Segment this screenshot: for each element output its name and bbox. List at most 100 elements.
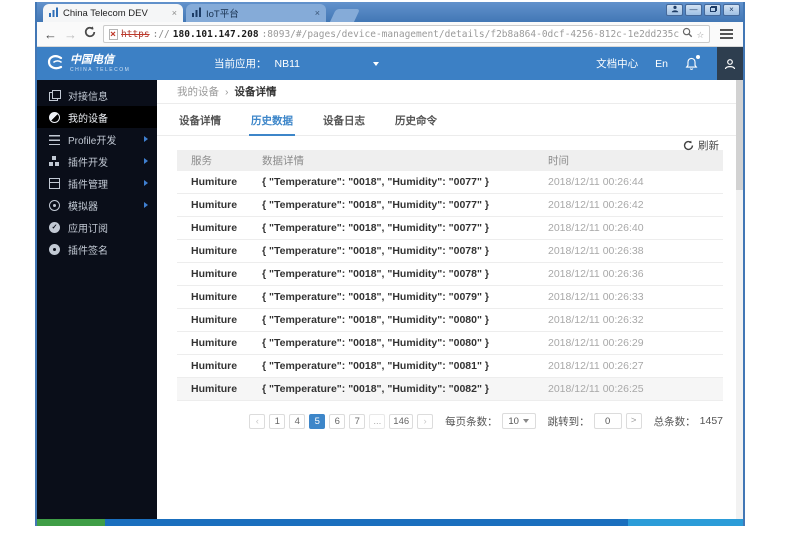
window-controls: — × — [666, 4, 740, 16]
close-button[interactable]: × — [723, 4, 740, 16]
page-button[interactable]: 5 — [309, 413, 326, 429]
user-icon — [724, 58, 736, 69]
breadcrumb-current: 设备详情 — [234, 86, 277, 98]
bottom-strip — [37, 519, 743, 526]
page-button[interactable]: 1 — [269, 413, 286, 429]
language-toggle[interactable]: En — [655, 58, 668, 70]
row-time: 2018/12/11 00:26:33 — [548, 291, 644, 303]
breadcrumb-separator: › — [225, 85, 229, 98]
page-next-button[interactable]: › — [417, 413, 434, 429]
sidebar-item[interactable]: 对接信息 — [37, 84, 157, 106]
jump-go-button[interactable]: > — [625, 413, 642, 429]
logo-text: 中国电信 — [70, 54, 114, 67]
row-time: 2018/12/11 00:26:25 — [548, 383, 644, 395]
sidebar-item[interactable]: 插件管理 — [37, 172, 157, 194]
restore-icon — [709, 7, 716, 12]
sidebar-item[interactable]: 我的设备 — [37, 106, 157, 128]
url-host: 180.101.147.208 — [172, 28, 259, 40]
jump-to-input[interactable] — [593, 413, 622, 429]
search-icon[interactable] — [682, 27, 693, 41]
bookmark-star-icon[interactable]: ☆ — [697, 28, 704, 40]
row-detail: { "Temperature": "0018", "Humidity": "00… — [262, 222, 489, 234]
china-telecom-swirl-icon — [47, 55, 63, 70]
row-detail: { "Temperature": "0018", "Humidity": "00… — [262, 199, 489, 211]
tab-history-data[interactable]: 历史数据 — [249, 106, 295, 136]
sidebar-item[interactable]: 模拟器 — [37, 194, 157, 216]
row-service: Humiture — [191, 176, 238, 188]
page-button[interactable]: 4 — [289, 413, 306, 429]
sidebar-item-label: 模拟器 — [68, 201, 98, 213]
tab-device-logs[interactable]: 设备日志 — [321, 106, 367, 135]
current-app-selector[interactable]: 当前应用： NB11 — [214, 56, 379, 71]
bar-chart-favicon-icon — [192, 7, 202, 20]
chevron-right-icon — [144, 136, 148, 142]
row-time: 2018/12/11 00:26:27 — [548, 360, 644, 372]
row-time: 2018/12/11 00:26:32 — [548, 314, 644, 326]
browser-menu-icon[interactable] — [720, 33, 733, 35]
column-service: 服务 — [191, 155, 212, 167]
breadcrumb-parent[interactable]: 我的设备 — [177, 84, 219, 99]
column-detail: 数据详情 — [262, 155, 304, 167]
table-row: Humiture { "Temperature": "0018", "Humidi… — [177, 309, 723, 332]
breadcrumb: 我的设备 › 设备详情 — [157, 80, 743, 104]
page-button[interactable]: 6 — [329, 413, 346, 429]
notifications-button[interactable] — [685, 54, 700, 71]
scrollbar[interactable] — [736, 80, 743, 519]
table-row: Humiture { "Temperature": "0018", "Humidi… — [177, 194, 723, 217]
sidebar-item[interactable]: ✓ 应用订阅 — [37, 216, 157, 238]
per-page-select[interactable]: 10 — [501, 413, 536, 429]
minimize-button[interactable]: — — [685, 4, 702, 16]
chevron-right-icon — [144, 180, 148, 186]
logo-subtext: CHINA TELECOM — [70, 66, 131, 73]
table-row: Humiture { "Temperature": "0018", "Humidi… — [177, 263, 723, 286]
row-service: Humiture — [191, 291, 238, 303]
row-service: Humiture — [191, 199, 238, 211]
tab-close-icon[interactable]: × — [172, 8, 177, 18]
tab-title: IoT平台 — [206, 9, 239, 20]
table-row: Humiture { "Temperature": "0018", "Humidi… — [177, 355, 723, 378]
tab-history-commands[interactable]: 历史命令 — [393, 106, 439, 135]
row-service: Humiture — [191, 337, 238, 349]
restore-button[interactable] — [704, 4, 721, 16]
new-tab-button[interactable] — [329, 9, 361, 22]
chevron-down-icon — [373, 61, 379, 66]
profile-button[interactable] — [666, 4, 683, 16]
row-detail: { "Temperature": "0018", "Humidity": "00… — [262, 314, 489, 326]
browser-tab-iot-platform[interactable]: IoT平台 × — [186, 4, 326, 22]
tab-close-icon[interactable]: × — [315, 8, 320, 18]
tab-title: China Telecom DEV — [63, 7, 148, 19]
forward-button[interactable]: → — [64, 28, 77, 41]
table-header: 服务 数据详情 时间 — [177, 150, 723, 171]
signature-icon — [49, 243, 60, 255]
scrollbar-thumb[interactable] — [736, 80, 743, 190]
tab-device-details[interactable]: 设备详情 — [177, 106, 223, 135]
page-button[interactable]: 7 — [349, 413, 366, 429]
refresh-button[interactable]: 刷新 — [683, 138, 719, 153]
insecure-page-icon[interactable] — [109, 28, 118, 40]
docs-center-link[interactable]: 文档中心 — [596, 56, 638, 71]
url-path: :8093/#/pages/device-management/details/… — [261, 28, 679, 40]
browser-titlebar: China Telecom DEV × IoT平台 × — × — [37, 2, 743, 22]
url-bar[interactable]: https :// 180.101.147.208 :8093/#/pages/… — [103, 25, 710, 43]
row-time: 2018/12/11 00:26:44 — [548, 176, 644, 188]
back-button[interactable]: ← — [44, 28, 57, 41]
table-row: Humiture { "Temperature": "0018", "Humidi… — [177, 286, 723, 309]
per-page-value: 10 — [508, 415, 519, 427]
sidebar-item[interactable]: Profile开发 — [37, 128, 157, 150]
subscribe-icon: ✓ — [49, 221, 60, 233]
bottom-strip-blue — [105, 519, 628, 526]
row-detail: { "Temperature": "0018", "Humidity": "00… — [262, 245, 489, 257]
table-row: Humiture { "Temperature": "0018", "Humidi… — [177, 171, 723, 194]
browser-tab-china-telecom-dev[interactable]: China Telecom DEV × — [43, 4, 183, 22]
bottom-strip-green — [37, 519, 105, 526]
page-prev-button[interactable]: ‹ — [249, 413, 266, 429]
sidebar-item-label: 我的设备 — [68, 113, 108, 125]
sidebar-item[interactable]: 插件签名 — [37, 238, 157, 260]
page-button[interactable]: 146 — [389, 413, 414, 429]
total-count-value: 1457 — [699, 415, 723, 427]
browser-tabs: China Telecom DEV × IoT平台 × — [43, 4, 361, 22]
user-menu-button[interactable] — [717, 47, 743, 80]
reload-button[interactable] — [84, 25, 96, 43]
sidebar-item[interactable]: 插件开发 — [37, 150, 157, 172]
sidebar-item-label: 对接信息 — [68, 91, 108, 103]
